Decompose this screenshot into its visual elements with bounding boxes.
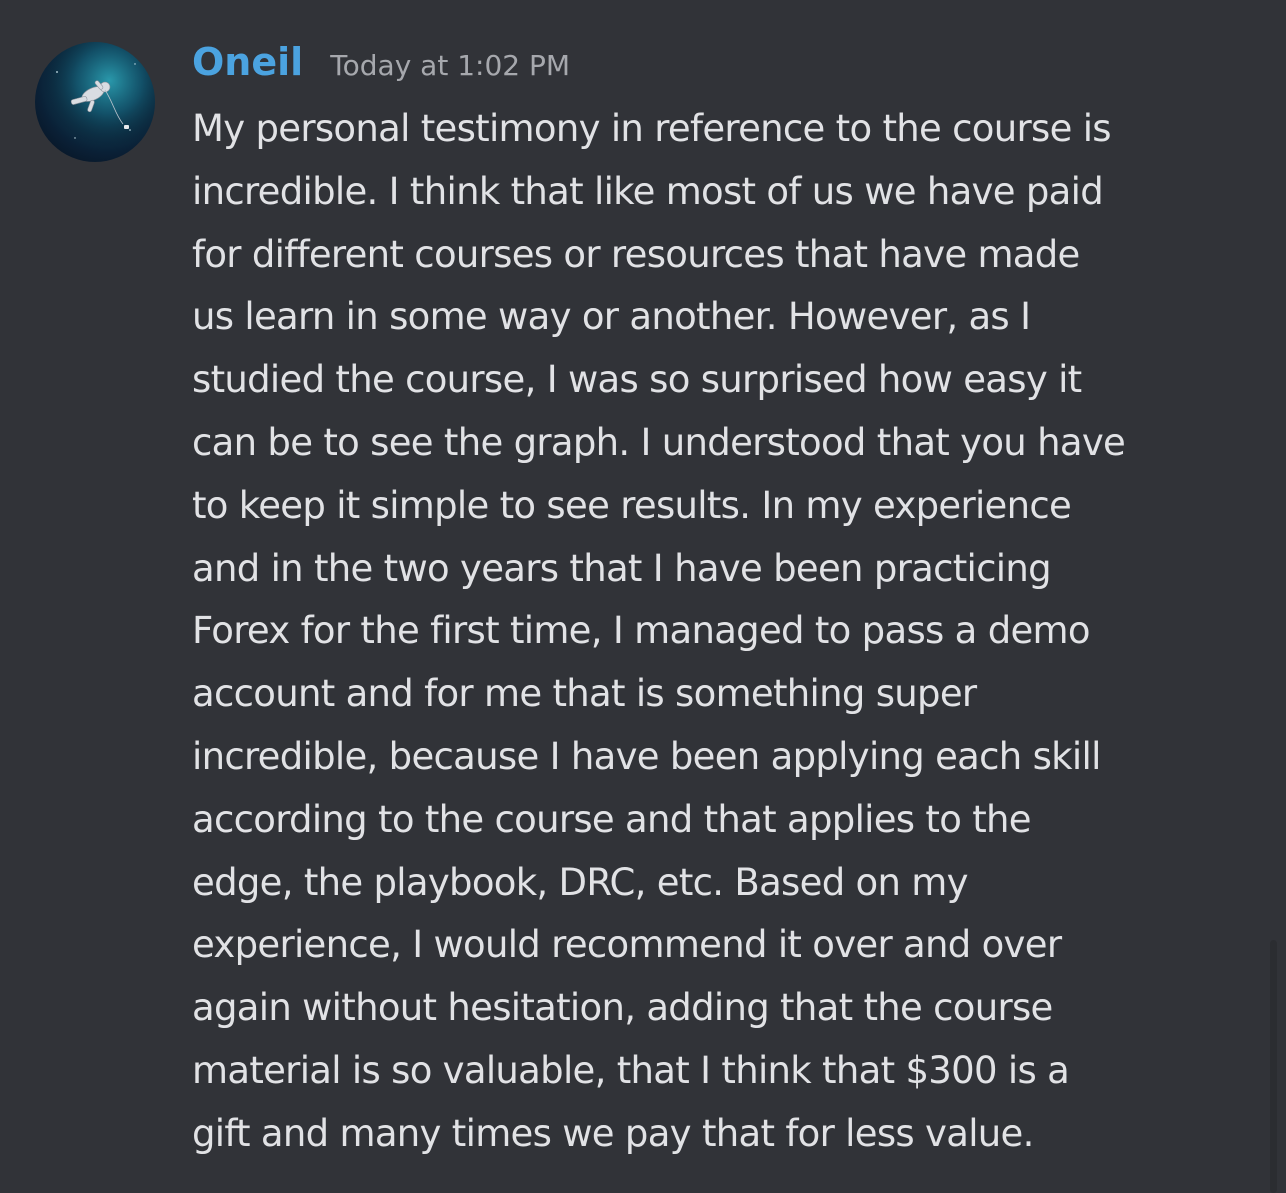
message-line: studied the course, I was so surprised h… — [192, 358, 1082, 402]
message-line: material is so valuable, that I think th… — [192, 1048, 1070, 1092]
message-line: to keep it simple to see results. In my … — [192, 483, 1072, 527]
message-line: Forex for the first time, I managed to p… — [192, 609, 1091, 653]
author-name[interactable]: Oneil — [192, 40, 303, 84]
message-line: account and for me that is something sup… — [192, 672, 977, 716]
message-line: us learn in some way or another. However… — [192, 295, 1031, 339]
message-line: can be to see the graph. I understood th… — [192, 420, 1126, 464]
message-timestamp: Today at 1:02 PM — [330, 49, 571, 82]
message-line: according to the course and that applies… — [192, 797, 1032, 841]
message-line: incredible, because I have been applying… — [192, 734, 1101, 778]
message-line: and in the two years that I have been pr… — [192, 546, 1052, 590]
message-line: edge, the playbook, DRC, etc. Based on m… — [192, 860, 969, 904]
scrollbar[interactable] — [1270, 940, 1277, 1193]
message-line: for different courses or resources that … — [192, 232, 1080, 276]
message-line: incredible. I think that like most of us… — [192, 169, 1104, 213]
message-content: My personal testimony in reference to th… — [192, 98, 1254, 1166]
chat-message: Oneil Today at 1:02 PM My personal testi… — [0, 0, 1286, 1193]
message-header: Oneil Today at 1:02 PM — [192, 40, 570, 92]
message-line: My personal testimony in reference to th… — [192, 107, 1112, 150]
avatar[interactable] — [35, 42, 155, 162]
message-line: experience, I would recommend it over an… — [192, 923, 1062, 967]
astronaut-avatar-icon — [35, 42, 155, 162]
message-line: gift and many times we pay that for less… — [192, 1111, 1034, 1155]
message-line: again without hesitation, adding that th… — [192, 986, 1053, 1030]
